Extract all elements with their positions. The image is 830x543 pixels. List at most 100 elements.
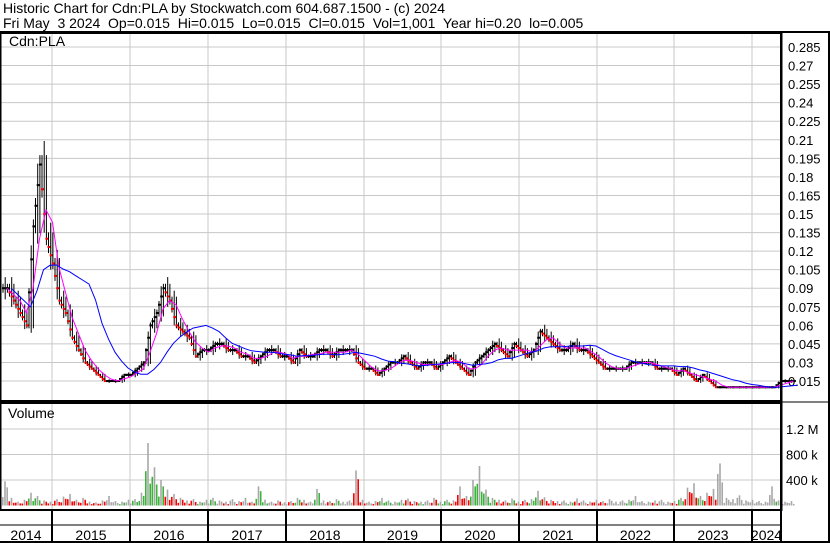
- volume-bar: [530, 499, 533, 506]
- volume-tick-label: 400 k: [786, 473, 818, 488]
- volume-bar: [545, 500, 548, 506]
- volume-bar: [207, 503, 210, 506]
- volume-bar: [136, 501, 138, 506]
- volume-bar: [593, 502, 596, 506]
- close-tick: [75, 344, 79, 347]
- volume-bar: [383, 502, 385, 506]
- close-tick: [82, 357, 86, 360]
- close-tick: [67, 320, 70, 323]
- volume-bar: [649, 502, 652, 506]
- close-tick: [506, 355, 510, 358]
- volume-bar: [790, 501, 793, 506]
- volume-bar: [400, 499, 403, 506]
- volume-bar: [249, 502, 251, 506]
- close-tick: [93, 369, 96, 372]
- volume-bar: [775, 501, 778, 506]
- volume-bar: [740, 499, 743, 506]
- volume-bar: [158, 496, 160, 506]
- close-tick: [140, 363, 144, 366]
- volume-bar: [736, 497, 739, 506]
- close-tick: [38, 163, 42, 166]
- volume-bar: [727, 499, 730, 506]
- close-tick: [517, 347, 521, 350]
- price-tick-label: 0.225: [788, 114, 821, 129]
- volume-bar: [311, 503, 314, 506]
- volume-bar: [424, 501, 427, 506]
- volume-bar: [411, 503, 414, 506]
- close-tick: [192, 349, 196, 352]
- volume-bar: [60, 502, 63, 506]
- close-tick: [511, 347, 515, 350]
- close-tick: [372, 369, 376, 372]
- volume-bar: [682, 501, 684, 506]
- volume-bar: [233, 501, 236, 506]
- volume-bar: [578, 503, 580, 506]
- volume-bar: [54, 500, 56, 506]
- close-tick: [17, 307, 21, 310]
- close-tick: [478, 357, 482, 360]
- volume-bar: [461, 498, 463, 506]
- volume-bar: [379, 501, 381, 506]
- volume-bar: [110, 502, 112, 506]
- volume-bar: [294, 502, 297, 506]
- close-tick: [97, 373, 101, 376]
- volume-bar: [580, 501, 583, 506]
- volume-bar: [628, 499, 630, 506]
- volume-bar: [431, 502, 433, 506]
- volume-bar: [385, 501, 388, 506]
- close-tick: [526, 355, 530, 358]
- volume-bar: [359, 502, 362, 506]
- close-tick: [36, 184, 40, 187]
- close-tick: [405, 357, 408, 360]
- volume-bar: [188, 503, 190, 506]
- volume-bar: [164, 496, 167, 506]
- volume-bar: [277, 500, 279, 506]
- close-tick: [353, 353, 356, 356]
- volume-bar: [84, 499, 86, 506]
- close-tick: [489, 347, 493, 350]
- volume-bar: [75, 499, 78, 506]
- volume-bar: [519, 504, 522, 506]
- volume-bar: [584, 502, 587, 506]
- volume-bar: [688, 492, 691, 506]
- close-tick: [446, 357, 450, 360]
- volume-bar: [149, 483, 151, 506]
- volume-bar: [270, 501, 273, 506]
- close-tick: [444, 359, 447, 362]
- volume-bar: [426, 500, 429, 506]
- close-tick: [571, 342, 575, 345]
- close-tick: [301, 351, 304, 354]
- close-tick: [428, 361, 432, 364]
- volume-bar: [264, 499, 266, 506]
- volume-bar: [582, 500, 585, 506]
- volume-bar: [376, 502, 379, 506]
- volume-bar: [357, 479, 359, 506]
- volume-bar: [524, 499, 526, 506]
- volume-bar: [227, 504, 229, 506]
- close-tick: [355, 357, 359, 360]
- close-tick: [522, 351, 525, 354]
- volume-bar: [626, 503, 628, 506]
- volume-bar: [41, 503, 43, 506]
- year-label: 2023: [697, 527, 728, 543]
- close-tick: [545, 336, 549, 339]
- volume-bar: [623, 502, 626, 506]
- volume-bar: [296, 497, 299, 506]
- volume-bar: [465, 495, 468, 506]
- volume-bar: [231, 499, 234, 506]
- close-tick: [493, 342, 497, 345]
- volume-bar: [43, 500, 45, 506]
- volume-bar: [415, 502, 418, 506]
- close-tick: [251, 359, 255, 362]
- close-tick: [188, 336, 192, 339]
- close-tick: [181, 330, 185, 333]
- price-volume-chart: 0.285 0.27 0.255 0.24 0.225 0.21 0.195 0.18 0.16…: [0, 31, 830, 543]
- close-tick: [249, 357, 252, 360]
- volume-bar: [760, 503, 762, 506]
- volume-bar: [82, 497, 84, 506]
- close-tick: [160, 295, 164, 298]
- volume-bar: [194, 501, 197, 506]
- volume-bar: [145, 471, 147, 506]
- volume-bar: [491, 497, 494, 506]
- volume-bar: [407, 498, 409, 506]
